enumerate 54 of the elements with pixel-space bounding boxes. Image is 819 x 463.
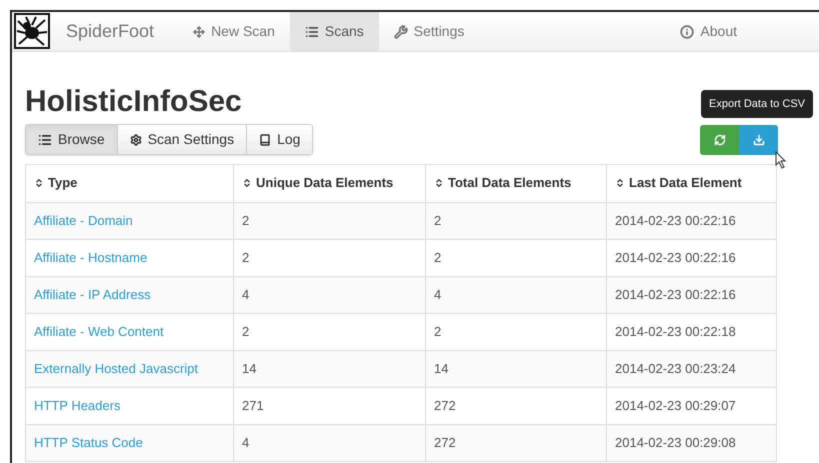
about-link[interactable]: About	[680, 12, 737, 51]
table-cell: 4	[242, 435, 250, 450]
table-cell: 271	[242, 398, 264, 414]
tab[interactable]: Scan Settings	[116, 125, 246, 154]
gear-icon	[130, 134, 142, 146]
list-icon	[38, 132, 52, 146]
table-cell: 2014-02-23 00:23:24	[615, 361, 736, 376]
nav-item[interactable]: Scans	[290, 12, 379, 51]
table-cell: 14	[434, 361, 448, 376]
table-cell: 272	[434, 398, 456, 414]
table-cell: 2014-02-23 00:29:08	[615, 435, 736, 450]
table-cell: 2014-02-23 00:22:16	[615, 287, 736, 302]
table-cell: 2014-02-23 00:22:16	[615, 250, 736, 266]
scan-title: HolisticInfoSec	[25, 84, 242, 120]
book-icon	[259, 134, 272, 146]
type-link[interactable]: HTTP Headers	[34, 398, 120, 414]
cursor-icon	[775, 151, 787, 169]
download-icon	[752, 134, 764, 146]
column-header[interactable]: Last Data Element	[606, 164, 776, 202]
tab[interactable]: Log	[246, 125, 312, 154]
type-link[interactable]: Affiliate - Domain	[34, 213, 133, 228]
wrench-icon	[394, 24, 408, 38]
move-icon	[193, 26, 206, 38]
table-cell: 14	[242, 361, 256, 376]
sort-icon	[242, 178, 252, 188]
table-cell: 2	[434, 324, 442, 340]
column-header[interactable]: Unique Data Elements	[234, 164, 426, 202]
export-button[interactable]	[739, 125, 778, 155]
table-cell: 2	[242, 213, 250, 228]
spider-logo-icon	[14, 13, 50, 49]
table-cell: 2014-02-23 00:22:16	[615, 213, 736, 228]
table-cell: 2014-02-23 00:22:18	[615, 324, 736, 340]
table-cell: 2014-02-23 00:29:07	[615, 398, 736, 414]
table-cell: 2	[434, 250, 442, 266]
table-cell: 4	[242, 287, 250, 302]
sort-icon	[34, 178, 44, 188]
info-icon	[680, 24, 694, 38]
list-icon	[304, 24, 319, 38]
refresh-icon	[714, 134, 726, 146]
nav-item[interactable]: New Scan	[178, 12, 290, 51]
sort-icon	[615, 178, 625, 188]
table-cell: 2	[242, 250, 250, 266]
tooltip: Export Data to CSV	[701, 90, 813, 118]
table-cell: 4	[434, 287, 442, 302]
refresh-button[interactable]	[700, 125, 739, 155]
column-header[interactable]: Type	[26, 164, 234, 202]
tab[interactable]: Browse	[26, 125, 117, 154]
brand-name[interactable]: SpiderFoot	[66, 18, 154, 45]
sort-icon	[434, 178, 444, 188]
table-cell: 272	[434, 435, 456, 450]
nav-item[interactable]: Settings	[378, 12, 480, 51]
column-header[interactable]: Total Data Elements	[426, 164, 606, 202]
table-cell: 2	[434, 213, 442, 228]
table-cell: 2	[242, 324, 250, 340]
